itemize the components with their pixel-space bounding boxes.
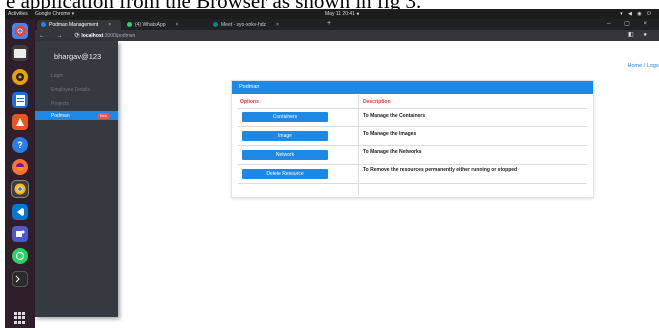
sidebar-username: bhargav@123: [54, 52, 102, 61]
close-tab-icon[interactable]: ×: [108, 22, 111, 28]
files-icon[interactable]: [12, 45, 28, 61]
system-tray[interactable]: ▾ ◀ ◉ ⏻: [620, 11, 653, 17]
column-header-description: Description: [363, 99, 391, 105]
delete-resource-button[interactable]: Delete Resource: [242, 169, 328, 179]
image-button[interactable]: Image: [242, 131, 328, 141]
os-top-bar: Activities Google Chrome ▾ May 11 20:41 …: [5, 9, 659, 19]
tab-favicon: [213, 22, 218, 28]
column-header-options: Options: [240, 99, 259, 105]
rhythmbox-icon[interactable]: [12, 69, 28, 85]
chrome-icon[interactable]: [12, 23, 28, 39]
card-title: Podman: [239, 84, 260, 90]
row-divider: [238, 108, 587, 109]
sidebar-item-label: Employee Details: [51, 87, 90, 93]
sidebar: bhargav@123 Login Employee Details Proje…: [35, 41, 118, 317]
help-icon[interactable]: ?: [12, 137, 28, 153]
close-tab-icon[interactable]: ×: [176, 22, 179, 28]
web-page: bhargav@123 Login Employee Details Proje…: [35, 41, 659, 328]
url-host: localhost: [81, 33, 104, 39]
new-tab-icon[interactable]: +: [327, 20, 331, 27]
tab-label: Podman Management: [49, 22, 99, 28]
tab-whatsapp[interactable]: (4) WhatsApp ×: [123, 20, 207, 30]
terminal-icon[interactable]: [12, 271, 28, 287]
row-divider: [238, 183, 587, 184]
table-row-description: To Manage the Networks: [363, 149, 422, 155]
desktop-screenshot: Activities Google Chrome ▾ May 11 20:41 …: [5, 9, 659, 328]
breadcrumb[interactable]: Home / Logo: [628, 63, 659, 69]
containers-button[interactable]: Containers: [242, 112, 328, 122]
close-tab-icon[interactable]: ×: [276, 22, 279, 28]
dock: ?: [5, 19, 35, 328]
libreoffice-writer-icon[interactable]: [12, 92, 28, 108]
tab-meet[interactable]: Meet - syo-xnkv-hdz ×: [209, 20, 299, 30]
new-badge: New: [96, 113, 110, 119]
card-header: Podman: [232, 81, 593, 94]
sidebar-item-label: Projects: [51, 101, 70, 107]
browser-address-bar: ← → ⟳ ⓘ localhost:3000/podman ◧ ●: [35, 30, 659, 41]
tab-favicon: [127, 22, 132, 28]
table-row-description: To Remove the resources permanently eith…: [363, 167, 518, 173]
tab-favicon: [41, 22, 46, 28]
teams-icon[interactable]: [12, 226, 28, 242]
sidebar-item-projects[interactable]: Projects: [35, 99, 118, 108]
software-center-icon[interactable]: [12, 114, 28, 130]
podman-card: Podman Options Description Containers To…: [231, 80, 594, 198]
show-applications-icon[interactable]: [14, 312, 26, 324]
table-row-description: To Manage the Images: [363, 131, 417, 137]
sidebar-item-podman[interactable]: Podman New: [35, 111, 118, 120]
profile-icon[interactable]: ◧ ●: [628, 31, 651, 38]
row-divider: [238, 164, 587, 165]
window-controls[interactable]: – ▢ ×: [607, 20, 653, 27]
whatsapp-icon[interactable]: [12, 248, 28, 264]
sidebar-item-login[interactable]: Login: [35, 71, 118, 80]
chromium-icon[interactable]: [11, 180, 29, 198]
table-row-description: To Manage the Containers: [363, 113, 426, 119]
firefox-icon[interactable]: [12, 159, 28, 175]
sidebar-item-label: Podman: [51, 113, 70, 119]
row-divider: [238, 145, 587, 146]
network-button[interactable]: Network: [242, 150, 328, 160]
sidebar-item-employee-details[interactable]: Employee Details: [35, 85, 118, 94]
url-path: :3000/podman: [103, 33, 136, 39]
clock[interactable]: May 11 20:41 ●: [325, 11, 359, 17]
browser-tab-strip: Podman Management × (4) WhatsApp × Meet - …: [35, 19, 659, 30]
tab-label: (4) WhatsApp: [135, 22, 166, 28]
sidebar-item-label: Login: [51, 73, 64, 79]
tab-label: Meet - syo-xnkv-hdz: [221, 22, 267, 28]
row-divider: [238, 126, 587, 127]
app-menu[interactable]: Google Chrome ▾: [35, 11, 74, 17]
vscode-icon[interactable]: [12, 204, 28, 220]
tab-podman-management[interactable]: Podman Management ×: [37, 20, 121, 30]
url-field[interactable]: ⓘ localhost:3000/podman: [75, 32, 135, 39]
activities-button[interactable]: Activities: [8, 11, 28, 17]
